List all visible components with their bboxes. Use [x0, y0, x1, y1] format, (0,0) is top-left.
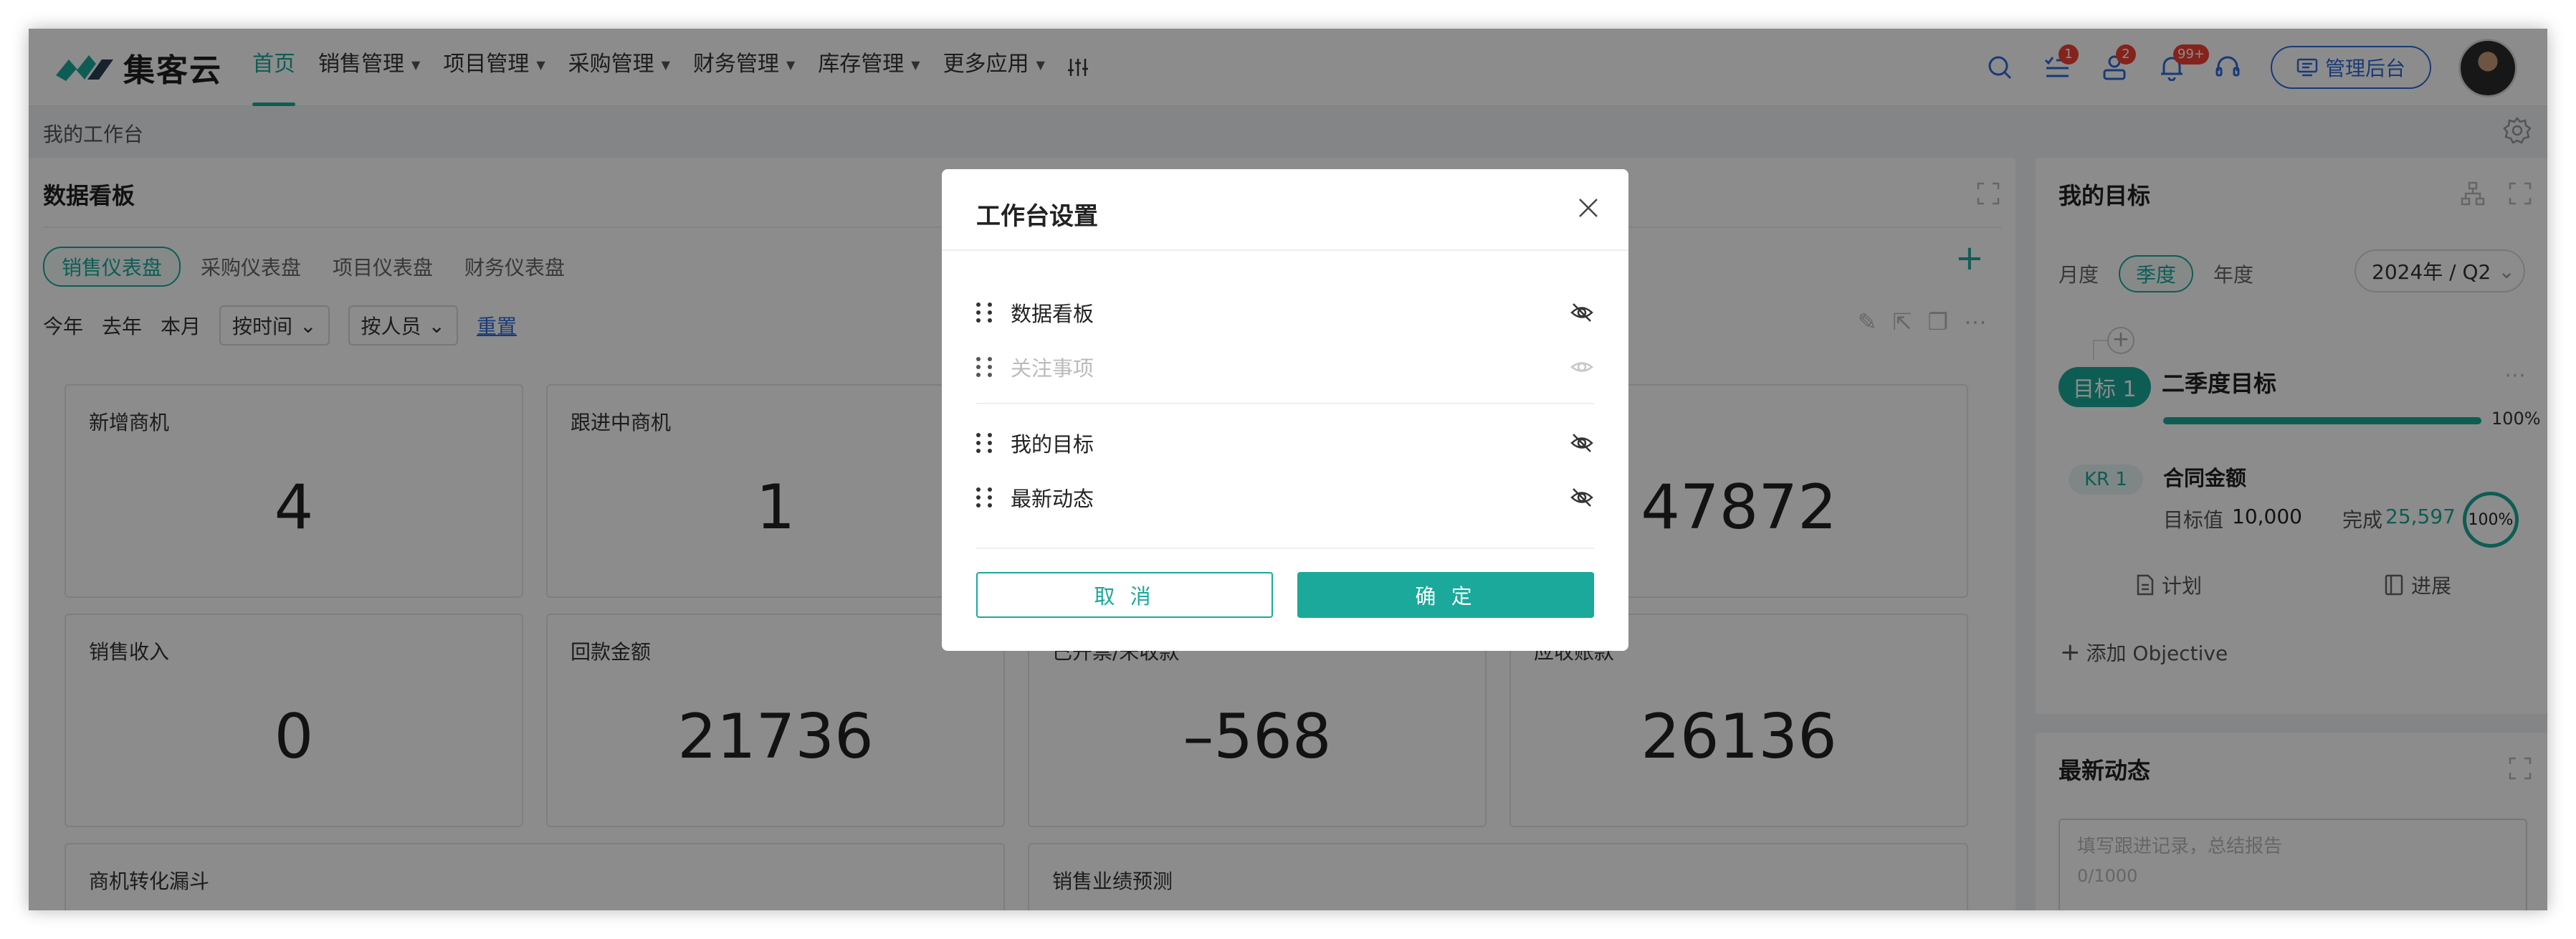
cancel-button[interactable]: 取 消 — [976, 572, 1273, 618]
widget-row-goals[interactable]: 我的目标 — [976, 421, 1594, 464]
eye-icon[interactable] — [1570, 355, 1594, 379]
dialog-divider — [942, 249, 1628, 251]
cancel-label: 取 消 — [1094, 584, 1155, 609]
drag-handle-icon[interactable] — [976, 300, 993, 325]
drag-handle-icon[interactable] — [976, 430, 993, 456]
widget-label: 数据看板 — [1011, 302, 1094, 326]
confirm-button[interactable]: 确 定 — [1297, 572, 1594, 618]
close-icon[interactable] — [1575, 195, 1601, 221]
dialog-title: 工作台设置 — [976, 202, 1098, 231]
workspace-settings-dialog: 工作台设置 数据看板 关注事项 我的目标 最新动态 取 消 确 定 — [942, 169, 1628, 651]
footer-divider — [976, 548, 1594, 549]
widget-label: 关注事项 — [1011, 356, 1094, 381]
eye-off-icon[interactable] — [1570, 485, 1594, 510]
widget-label: 我的目标 — [1011, 432, 1094, 457]
eye-off-icon[interactable] — [1570, 300, 1594, 325]
widget-row-follow[interactable]: 关注事项 — [976, 345, 1594, 389]
widget-label: 最新动态 — [1011, 487, 1094, 511]
drag-handle-icon[interactable] — [976, 485, 993, 510]
drag-handle-icon[interactable] — [976, 354, 993, 380]
section-divider — [976, 403, 1594, 404]
confirm-label: 确 定 — [1415, 584, 1477, 609]
widget-row-dashboard[interactable]: 数据看板 — [976, 291, 1594, 334]
widget-row-activity[interactable]: 最新动态 — [976, 476, 1594, 519]
eye-off-icon[interactable] — [1570, 431, 1594, 455]
app-window: 集客云 首页 销售管理 ▼ 项目管理 ▼ 采购管理 ▼ 财务管理 ▼ 库存管理 ▼ 更多应… — [29, 29, 2547, 910]
